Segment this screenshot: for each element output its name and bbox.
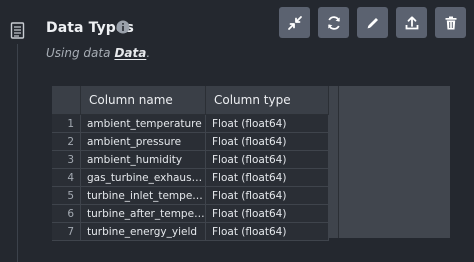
column-name-cell[interactable]: gas_turbine_exhaust_... <box>80 168 206 187</box>
column-type-cell[interactable]: Float (float64) <box>205 222 329 241</box>
refresh-button[interactable] <box>318 7 349 38</box>
subtitle-prefix: Using data <box>46 46 111 60</box>
subtitle-suffix: . <box>146 46 151 60</box>
pencil-icon <box>367 17 378 28</box>
data-types-grid: Column name Column type 1 ambient_tempera… <box>52 86 450 241</box>
data-source-link[interactable]: Data <box>114 46 146 60</box>
row-number: 2 <box>52 132 81 151</box>
column-type-cell[interactable]: Float (float64) <box>205 150 329 169</box>
section-divider <box>17 44 18 262</box>
document-icon <box>10 22 25 39</box>
table-row[interactable]: 7 turbine_energy_yield Float (float64) <box>52 222 329 241</box>
row-number: 1 <box>52 114 81 133</box>
column-type-cell[interactable]: Float (float64) <box>205 114 329 133</box>
delete-button[interactable] <box>435 7 466 38</box>
column-type-cell[interactable]: Float (float64) <box>205 168 329 187</box>
refresh-icon <box>327 15 340 30</box>
column-name-cell[interactable]: ambient_humidity <box>80 150 206 169</box>
table-row[interactable]: 2 ambient_pressure Float (float64) <box>52 132 329 151</box>
upload-icon <box>405 15 418 29</box>
column-name-cell[interactable]: ambient_temperature <box>80 114 206 133</box>
column-type-cell[interactable]: Float (float64) <box>205 186 329 205</box>
info-icon[interactable] <box>116 20 130 34</box>
edit-button[interactable] <box>357 7 388 38</box>
column-type-cell[interactable]: Float (float64) <box>205 204 329 223</box>
table-row[interactable]: 5 turbine_inlet_temper... Float (float64) <box>52 186 329 205</box>
table-row[interactable]: 1 ambient_temperature Float (float64) <box>52 114 329 133</box>
table-row[interactable]: 4 gas_turbine_exhaust_... Float (float64) <box>52 168 329 187</box>
table-header-row: Column name Column type <box>52 86 329 115</box>
column-name-cell[interactable]: turbine_energy_yield <box>80 222 206 241</box>
column-type-header[interactable]: Column type <box>205 86 329 115</box>
column-type-cell[interactable]: Float (float64) <box>205 132 329 151</box>
row-number: 3 <box>52 150 81 169</box>
export-button[interactable] <box>396 7 427 38</box>
collapse-arrows-icon <box>287 15 302 30</box>
table-row[interactable]: 6 turbine_after_temper... Float (float64) <box>52 204 329 223</box>
toolbar <box>279 7 466 38</box>
panel-subtitle: Using data Data. <box>46 46 150 60</box>
data-types-table: Column name Column type 1 ambient_tempera… <box>52 86 329 241</box>
column-name-header[interactable]: Column name <box>80 86 206 115</box>
table-row[interactable]: 3 ambient_humidity Float (float64) <box>52 150 329 169</box>
trash-icon <box>445 16 456 29</box>
row-number: 5 <box>52 186 81 205</box>
row-number: 6 <box>52 204 81 223</box>
column-name-cell[interactable]: turbine_after_temper... <box>80 204 206 223</box>
column-name-cell[interactable]: turbine_inlet_temper... <box>80 186 206 205</box>
row-number: 7 <box>52 222 81 241</box>
row-number-header <box>52 86 81 115</box>
column-name-cell[interactable]: ambient_pressure <box>80 132 206 151</box>
row-number: 4 <box>52 168 81 187</box>
collapse-button[interactable] <box>279 7 310 38</box>
grid-empty-area <box>338 86 450 238</box>
